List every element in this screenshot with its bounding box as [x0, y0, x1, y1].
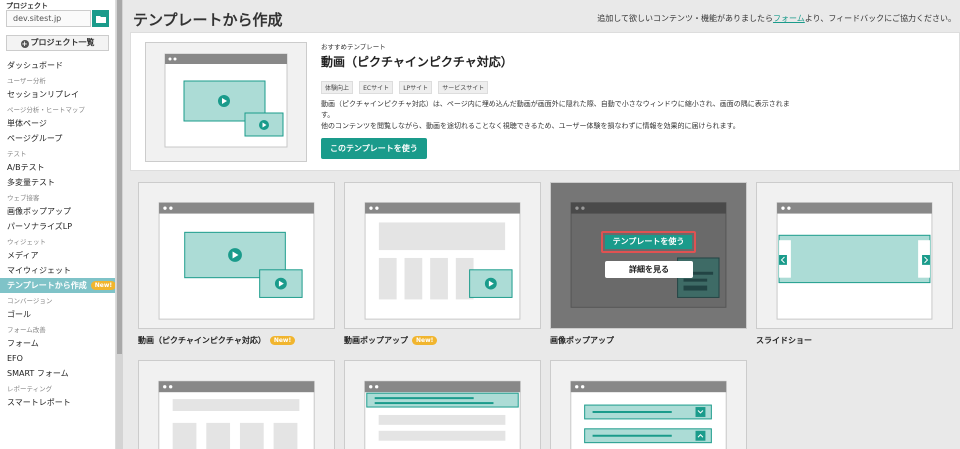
- sidebar-section-label: フォーム改善: [7, 326, 46, 334]
- use-template-button[interactable]: このテンプレートを使う: [321, 138, 427, 159]
- sidebar-section-label: コンバージョン: [7, 297, 53, 305]
- site-select[interactable]: dev.sitest.jp: [6, 10, 91, 27]
- feedback-form-link[interactable]: フォーム: [773, 14, 805, 23]
- tag: LPサイト: [399, 81, 433, 94]
- project-list-button[interactable]: + プロジェクト一覧: [6, 35, 109, 51]
- sidebar-section-label: ウェブ接客: [7, 194, 40, 202]
- sidebar-item[interactable]: メディア: [0, 248, 115, 263]
- sidebar-item[interactable]: 単体ページ: [0, 116, 115, 131]
- sidebar-item[interactable]: 画像ポップアップ: [0, 204, 115, 219]
- sidebar-item[interactable]: SMART フォーム: [0, 366, 115, 381]
- main-content: テンプレートから作成 追加して欲しいコンテンツ・機能がありましたらフォームより、…: [123, 0, 960, 449]
- card-label: スライドショー: [756, 336, 812, 345]
- page-title: テンプレートから作成: [133, 11, 283, 29]
- template-card-video-popup[interactable]: [344, 182, 541, 329]
- recommended-description: 動画（ピクチャインピクチャ対応）は、ページ内に埋め込んだ動画が画面外に隠れた際、…: [321, 100, 790, 130]
- new-badge: New!: [269, 336, 296, 345]
- sidebar-item[interactable]: スマートレポート: [0, 395, 115, 410]
- template-card-image-popup[interactable]: テンプレートを使う 詳細を見る: [550, 182, 747, 329]
- sidebar-section-label: レポーティング: [7, 385, 53, 393]
- card-detail-button[interactable]: 詳細を見る: [605, 261, 693, 278]
- card-use-template-button[interactable]: テンプレートを使う: [601, 231, 696, 253]
- folder-icon: [95, 15, 106, 23]
- recommended-thumbnail: [145, 42, 307, 162]
- sidebar-section-label: ページ分析・ヒートマップ: [7, 106, 85, 114]
- sidebar-section-label: テスト: [7, 150, 27, 158]
- sidebar-item[interactable]: テンプレートから作成 New!: [0, 278, 115, 293]
- tag: 体験向上: [321, 81, 354, 94]
- card-label: 動画ポップアップ New!: [344, 335, 438, 346]
- template-card[interactable]: [344, 360, 541, 449]
- sidebar-item[interactable]: セッションリプレイ: [0, 87, 115, 102]
- sidebar-item[interactable]: ダッシュボード: [0, 58, 115, 73]
- template-card-video-pip[interactable]: [138, 182, 335, 329]
- sidebar-item[interactable]: フォーム: [0, 336, 115, 351]
- sidebar-item[interactable]: パーソナライズLP: [0, 219, 115, 234]
- tag: ECサイト: [359, 81, 394, 94]
- sidebar-item[interactable]: マイウィジェット: [0, 263, 115, 278]
- sidebar-item[interactable]: EFO: [0, 351, 115, 366]
- template-card[interactable]: [138, 360, 335, 449]
- sidebar: プロジェクト dev.sitest.jp + プロジェクト一覧 ダッシュボード ユー…: [0, 0, 116, 449]
- recommended-title: 動画（ピクチャインピクチャ対応）: [321, 55, 513, 69]
- new-badge: New!: [90, 281, 115, 290]
- recommended-subtitle: おすすめテンプレート: [321, 43, 386, 51]
- sidebar-scrollbar[interactable]: [116, 0, 123, 449]
- card-label: 画像ポップアップ: [550, 336, 614, 345]
- feedback-text: 追加して欲しいコンテンツ・機能がありましたらフォームより、フィードバックにご協力…: [597, 14, 956, 23]
- new-badge: New!: [412, 336, 438, 345]
- sidebar-section-label: ウィジェット: [7, 238, 46, 246]
- card-label: 動画（ピクチャインピクチャ対応） New!: [138, 335, 296, 346]
- sidebar-item[interactable]: ゴール: [0, 307, 115, 322]
- sidebar-nav: ダッシュボードユーザー分析セッションリプレイページ分析・ヒートマップ単体ページペ…: [0, 58, 115, 410]
- scrollbar-thumb[interactable]: [117, 0, 122, 354]
- plus-circle-icon: +: [20, 40, 29, 48]
- template-card-slideshow[interactable]: [756, 182, 953, 329]
- sidebar-item[interactable]: A/Bテスト: [0, 160, 115, 175]
- recommended-template-panel: おすすめテンプレート 動画（ピクチャインピクチャ対応） 体験向上 ECサイト L…: [130, 32, 960, 171]
- sidebar-item[interactable]: ページグループ: [0, 131, 115, 146]
- tag: サービスサイト: [438, 81, 489, 94]
- template-card[interactable]: [550, 360, 747, 449]
- sidebar-item[interactable]: 多変量テスト: [0, 175, 115, 190]
- tag-list: 体験向上 ECサイト LPサイト サービスサイト: [321, 75, 801, 94]
- folder-button[interactable]: [92, 10, 109, 27]
- sidebar-section-label: ユーザー分析: [7, 77, 46, 85]
- recommended-info: おすすめテンプレート 動画（ピクチャインピクチャ対応） 体験向上 ECサイト L…: [321, 41, 801, 159]
